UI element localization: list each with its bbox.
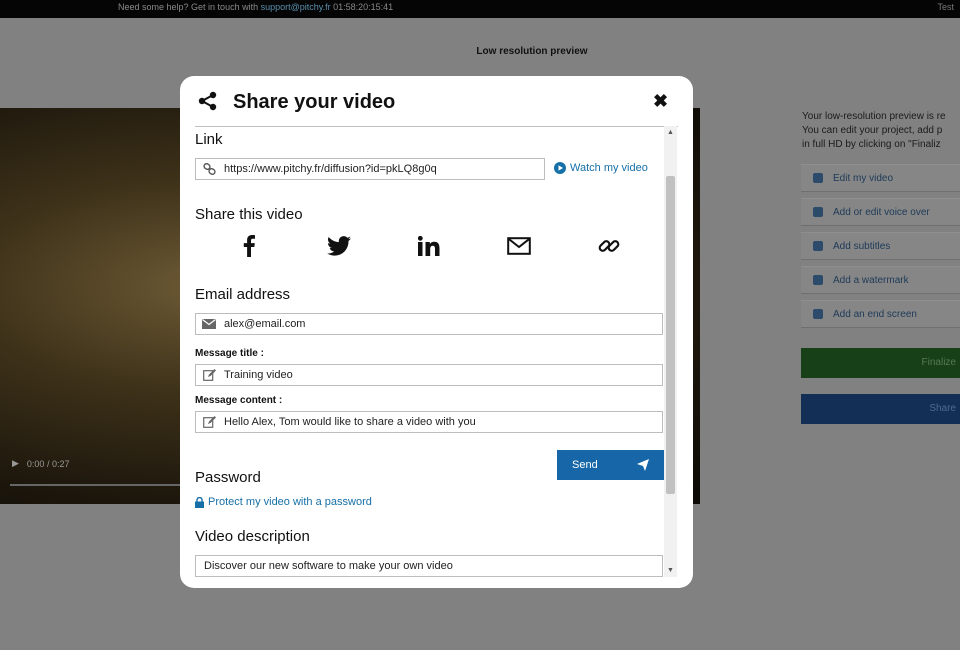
share-section-label: Share this video [195,206,303,223]
help-text: Need some help? Get in touch with [118,2,259,12]
message-content-value: Hello Alex, Tom would like to share a vi… [224,416,476,428]
link-icon [202,163,216,175]
support-email-link[interactable]: support@pitchy.fr [261,2,331,12]
password-link-label: Protect my video with a password [208,496,372,508]
edit-video-button[interactable]: Edit my video [801,164,960,192]
speech-bubble-icon [813,241,823,251]
cursor-icon [813,309,823,319]
edit-icon [202,416,216,428]
share-button[interactable]: Share [801,394,960,424]
modal-header: Share your video ✖ [180,76,693,126]
finalize-button[interactable]: Finalize [801,348,960,378]
modal-title: Share your video [233,91,396,113]
watch-my-video-link[interactable]: Watch my video [554,162,648,174]
lock-icon [195,496,204,508]
share-link-value: https://www.pitchy.fr/diffusion?id=pkLQ8… [224,163,437,175]
modal-scrollbar[interactable]: ▲ ▼ [664,126,677,577]
video-time: 0:00 / 0:27 [26,458,70,469]
info-line: Your low-resolution preview is re [802,111,946,122]
play-icon[interactable]: ▶ [12,458,19,469]
link-section-label: Link [195,131,223,148]
preview-title: Low resolution preview [476,46,588,57]
action-label: Edit my video [833,172,894,184]
facebook-icon[interactable] [234,231,264,261]
watermark-button[interactable]: Add a watermark [801,266,960,294]
play-circle-icon [554,162,566,174]
voice-over-button[interactable]: Add or edit voice over [801,198,960,226]
info-line: You can edit your project, add p [802,125,943,136]
send-label: Send [572,459,598,471]
copy-link-icon[interactable] [594,231,624,261]
video-controls: ▶ 0:00 / 0:27 [12,458,69,469]
scrollbar-thumb[interactable] [666,176,675,494]
modal-body: Link https://www.pitchy.fr/diffusion?id=… [195,127,678,577]
pencil-icon [813,173,823,183]
action-label: Add or edit voice over [833,206,930,218]
watch-label: Watch my video [570,162,648,174]
message-title-label: Message title : [195,348,264,359]
top-bar: Need some help? Get in touch with suppor… [0,0,960,18]
message-title-field[interactable]: Training video [195,364,663,386]
timestamp: 01:58:20:15:41 [333,2,394,12]
video-description-value: Discover our new software to make your o… [204,560,453,572]
email-section-label: Email address [195,286,291,303]
scroll-up-icon[interactable]: ▲ [667,129,674,136]
action-label: Add an end screen [833,308,917,320]
message-content-field[interactable]: Hello Alex, Tom would like to share a vi… [195,411,663,433]
twitter-icon[interactable] [324,231,354,261]
share-icon [198,91,217,111]
edit-icon [202,369,216,381]
email-value: alex@email.com [224,318,306,330]
send-button[interactable]: Send [557,450,664,480]
video-progress-bar[interactable] [10,484,190,486]
info-line: in full HD by clicking on "Finaliz [802,139,941,150]
end-screen-button[interactable]: Add an end screen [801,300,960,328]
linkedin-icon[interactable] [414,231,444,261]
action-label: Add a watermark [833,274,909,286]
message-title-value: Training video [224,369,293,381]
close-icon[interactable]: ✖ [653,92,668,110]
envelope-icon [202,318,216,330]
description-section-label: Video description [195,528,310,545]
video-description-field[interactable]: Discover our new software to make your o… [195,555,663,577]
email-icon[interactable] [504,231,534,261]
action-label: Add subtitles [833,240,891,252]
send-icon [637,459,649,471]
image-icon [813,275,823,285]
password-section-label: Password [195,469,261,486]
subtitles-button[interactable]: Add subtitles [801,232,960,260]
topbar-right-text: Test [937,2,954,12]
share-modal: Share your video ✖ Link https://www.pitc… [180,76,693,588]
protect-password-link[interactable]: Protect my video with a password [195,496,372,508]
scroll-down-icon[interactable]: ▼ [667,567,674,574]
preview-info-text: Your low-resolution preview is re You ca… [802,110,960,152]
email-field[interactable]: alex@email.com [195,313,663,335]
message-content-label: Message content : [195,395,283,406]
microphone-icon [813,207,823,217]
share-link-field[interactable]: https://www.pitchy.fr/diffusion?id=pkLQ8… [195,158,545,180]
